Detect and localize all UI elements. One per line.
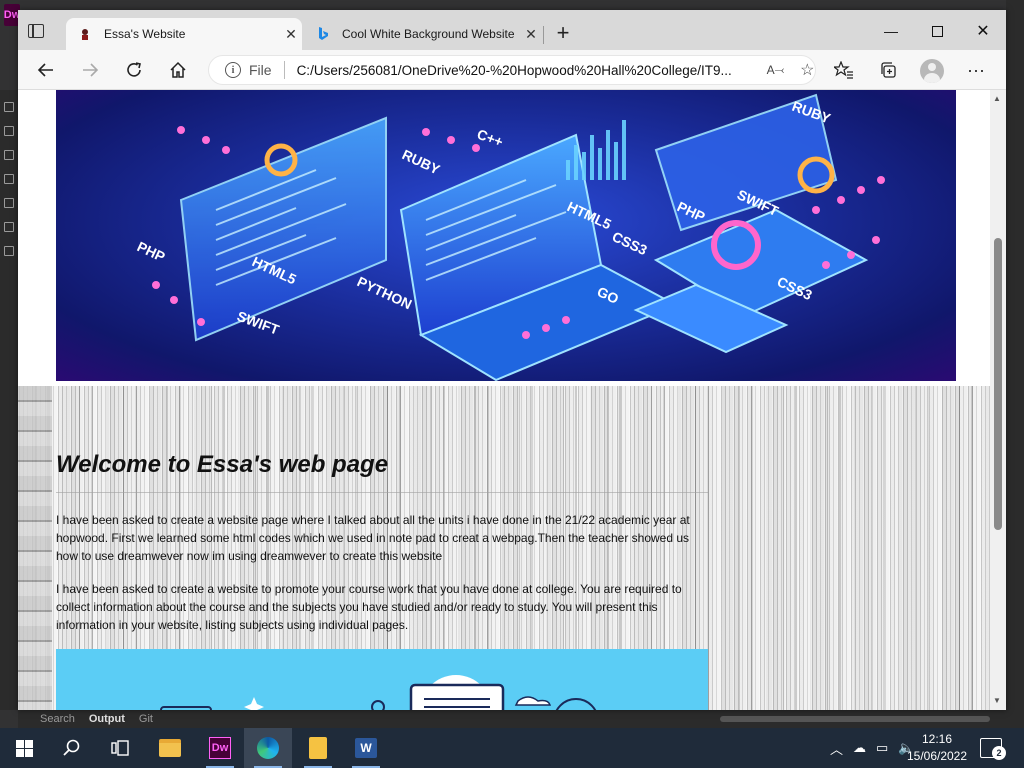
tab-actions-icon[interactable] — [28, 23, 44, 38]
address-url[interactable]: C:/Users/256081/OneDrive%20-%20Hopwood%2… — [297, 63, 757, 78]
scroll-down-icon[interactable]: ▼ — [993, 696, 1001, 705]
notes-taskbar-button[interactable] — [294, 728, 342, 768]
banner-label: CSS3 — [610, 228, 650, 258]
windows-taskbar: Dw W ︿ ☁ ▭ 🔈 12:16 15/06/2022 2 — [0, 728, 1024, 768]
taskbar-clock[interactable]: 12:16 15/06/2022 — [902, 731, 972, 765]
file-explorer-button[interactable] — [146, 728, 194, 768]
banner-label: PHP — [135, 238, 168, 265]
tab-separator — [543, 26, 544, 44]
search-icon — [63, 739, 80, 756]
tab-essas-website[interactable]: Essa's Website ✕ — [66, 18, 302, 50]
read-aloud-icon[interactable]: A⤙ — [767, 63, 785, 78]
tab-strip: Essa's Website ✕ Cool White Background W… — [18, 10, 1006, 50]
close-window-button[interactable]: ✕ — [960, 16, 1006, 46]
course-illustration-image — [56, 649, 708, 710]
address-divider — [283, 61, 285, 79]
dw-tool-icon[interactable] — [4, 198, 14, 208]
browser-window: Essa's Website ✕ Cool White Background W… — [18, 10, 1006, 710]
site-favicon-icon — [78, 27, 92, 41]
dw-tool-icon[interactable] — [4, 150, 14, 160]
divider — [56, 492, 708, 493]
address-scheme: File — [249, 62, 272, 78]
dreamweaver-bottom-panel: Search Output Git — [18, 710, 1006, 728]
dreamweaver-icon: Dw — [209, 737, 231, 759]
add-favorite-icon[interactable]: ☆ — [800, 60, 814, 80]
close-tab-icon[interactable]: ✕ — [280, 26, 302, 43]
scrollbar-thumb[interactable] — [994, 238, 1002, 530]
collections-icon[interactable] — [876, 58, 900, 82]
page-left-decoration — [18, 386, 52, 710]
dw-tab-output[interactable]: Output — [89, 713, 125, 725]
dreamweaver-right-panel — [1006, 0, 1024, 728]
dw-tab-git[interactable]: Git — [139, 713, 153, 725]
browser-toolbar: i File C:/Users/256081/OneDrive%20-%20Ho… — [18, 50, 1006, 90]
notes-app-icon — [309, 737, 327, 759]
course-paragraph: I have been asked to create a website to… — [56, 582, 682, 632]
page-viewport: RUBY C++ PHP HTML5 PYTHON SWIFT CSS3 GO … — [18, 90, 990, 710]
edge-icon — [257, 737, 279, 759]
dw-tab-search[interactable]: Search — [40, 713, 75, 725]
dw-tool-icon[interactable] — [4, 174, 14, 184]
clock-date: 15/06/2022 — [906, 749, 968, 763]
start-button[interactable] — [0, 728, 48, 768]
word-icon: W — [355, 738, 377, 758]
forward-button[interactable] — [78, 58, 102, 82]
close-tab-icon[interactable]: ✕ — [520, 26, 542, 43]
minimize-button[interactable]: — — [868, 16, 914, 46]
folder-icon — [159, 739, 181, 757]
dw-horizontal-scrollbar[interactable] — [720, 716, 990, 722]
word-taskbar-button[interactable]: W — [342, 728, 390, 768]
profile-avatar[interactable] — [920, 59, 944, 83]
intro-paragraph: I have been asked to create a website pa… — [56, 513, 690, 563]
dw-tool-icon[interactable] — [4, 246, 14, 256]
dw-tool-icon[interactable] — [4, 102, 14, 112]
scroll-up-icon[interactable]: ▲ — [993, 94, 1001, 103]
coding-banner-image: RUBY C++ PHP HTML5 PYTHON SWIFT CSS3 GO … — [56, 90, 956, 381]
taskbar-search-button[interactable] — [48, 728, 96, 768]
favorites-icon[interactable] — [832, 58, 856, 82]
bing-icon — [316, 27, 330, 41]
refresh-button[interactable] — [122, 58, 146, 82]
tab-cool-white-background[interactable]: Cool White Background Website ✕ — [308, 18, 542, 50]
address-bar[interactable]: i File C:/Users/256081/OneDrive%20-%20Ho… — [208, 55, 816, 85]
dreamweaver-taskbar-button[interactable]: Dw — [196, 728, 244, 768]
network-icon[interactable]: ▭ — [876, 740, 888, 756]
maximize-button[interactable] — [914, 16, 960, 46]
dw-tool-icon[interactable] — [4, 222, 14, 232]
back-button[interactable] — [34, 58, 58, 82]
task-view-icon — [111, 740, 129, 756]
site-info-icon[interactable]: i — [225, 62, 241, 78]
page-vertical-scrollbar[interactable]: ▲ ▼ — [990, 90, 1006, 710]
onedrive-icon[interactable]: ☁ — [853, 740, 866, 756]
home-button[interactable] — [166, 58, 190, 82]
new-tab-button[interactable]: + — [551, 22, 575, 46]
settings-more-icon[interactable]: ··· — [964, 58, 988, 82]
show-hidden-icons-icon[interactable]: ︿ — [830, 739, 843, 758]
clock-time: 12:16 — [921, 732, 953, 746]
banner-label: PYTHON — [355, 273, 415, 312]
dw-tool-icon[interactable] — [4, 126, 14, 136]
task-view-button[interactable] — [96, 728, 144, 768]
tab-title: Cool White Background Website — [342, 27, 515, 41]
maximize-icon — [931, 25, 943, 37]
tab-title: Essa's Website — [104, 27, 186, 41]
dreamweaver-left-toolbar — [0, 90, 18, 710]
page-title: Welcome to Essa's web page — [56, 451, 389, 478]
banner-label: RUBY — [400, 146, 443, 178]
edge-taskbar-button[interactable] — [244, 728, 292, 768]
notification-count-badge: 2 — [992, 746, 1006, 760]
windows-logo-icon — [15, 739, 33, 757]
